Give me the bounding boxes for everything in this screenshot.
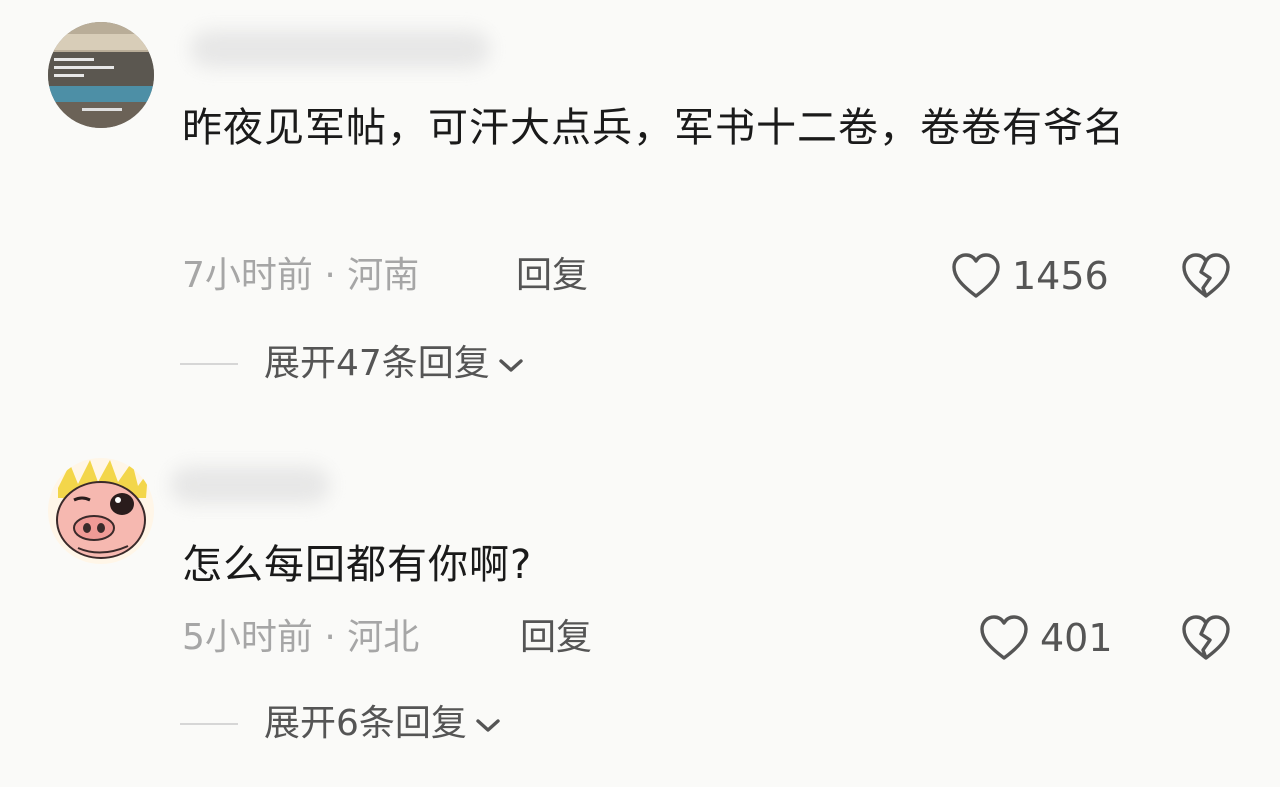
comment-time-location: 7小时前 · 河南 [182,255,420,296]
like-button[interactable]: 1456 [950,252,1109,300]
heart-outline-icon [980,615,1028,660]
avatar[interactable] [48,22,154,128]
reply-button[interactable]: 回复 [520,616,592,660]
expand-replies-button[interactable]: 展开6条回复 [180,702,501,746]
username-redacted [170,466,330,504]
divider-line [180,723,238,725]
divider-line [180,363,238,365]
chevron-down-icon [476,719,500,732]
chevron-down-icon [499,359,523,372]
expand-replies-label: 展开6条回复 [264,703,467,744]
broken-heart-icon [1182,615,1230,660]
dislike-button[interactable] [1180,614,1232,666]
comment-list: 昨夜见军帖，可汗大点兵，军书十二卷，卷卷有爷名 7小时前 · 河南 回复 145… [0,0,1280,787]
expand-replies-button[interactable]: 展开47条回复 [180,342,524,386]
comment-text: 怎么每回都有你啊? [182,542,533,588]
username-redacted [190,30,490,68]
expand-replies-label: 展开47条回复 [264,343,490,384]
comment-text: 昨夜见军帖，可汗大点兵，军书十二卷，卷卷有爷名 [182,105,1125,151]
comment-time-location: 5小时前 · 河北 [182,617,420,658]
reply-button[interactable]: 回复 [516,254,588,298]
like-count: 401 [1040,616,1113,660]
broken-heart-icon [1182,253,1230,298]
like-count: 1456 [1012,254,1109,298]
like-button[interactable]: 401 [978,614,1113,662]
heart-outline-icon [952,253,1000,298]
dislike-button[interactable] [1180,252,1232,304]
avatar[interactable] [48,458,154,564]
